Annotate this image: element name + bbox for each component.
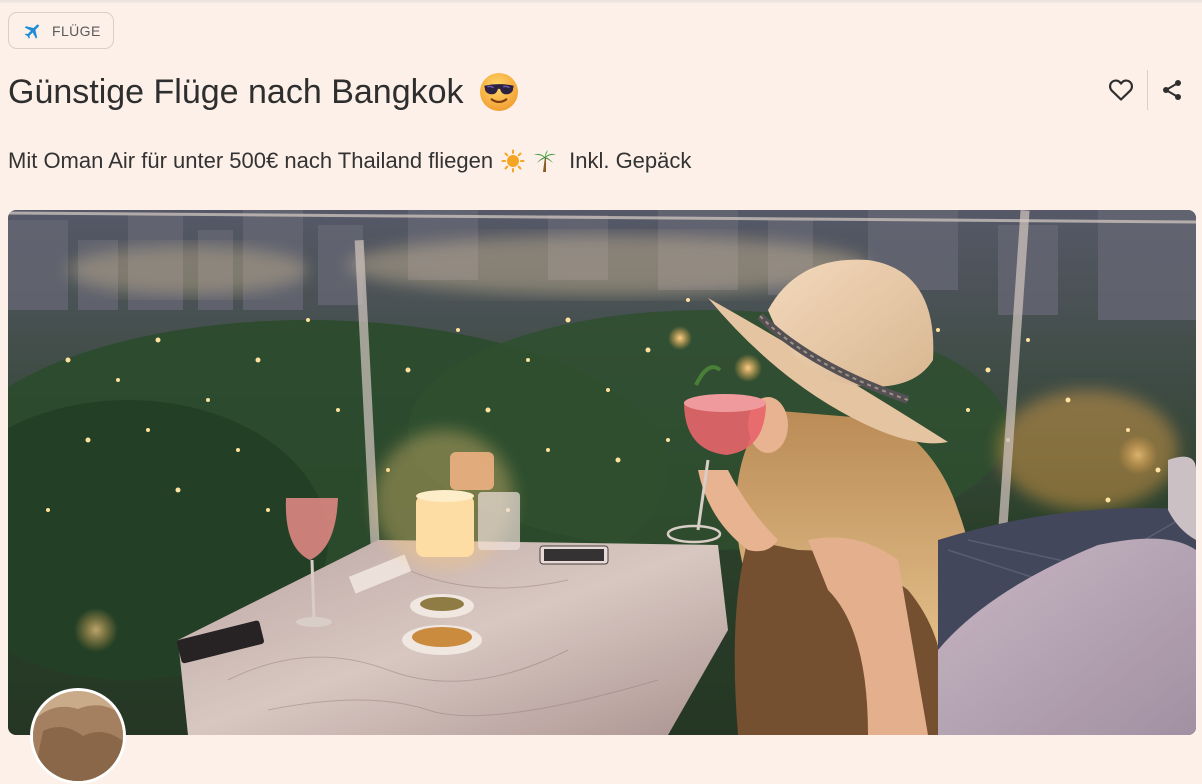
favorite-button[interactable] [1101,70,1141,110]
page-title-text: Günstige Flüge nach Bangkok [8,73,464,111]
page-title: Günstige Flüge nach Bangkok [8,70,520,114]
heart-outline-icon [1108,79,1134,101]
sun-icon [501,149,525,173]
share-icon [1163,80,1181,100]
photo-bangkok-rooftop-bar [8,210,1196,735]
hero-image[interactable] [8,210,1196,735]
category-label: FLÜGE [52,22,101,39]
top-border [0,0,1202,3]
author-avatar[interactable] [30,688,126,784]
title-actions [1101,70,1192,110]
subtitle-text: Mit Oman Air für unter 500€ nach Thailan… [8,148,494,173]
palm-tree-icon [534,150,557,172]
actions-divider [1147,70,1148,110]
subtitle: Mit Oman Air für unter 500€ nach Thailan… [8,146,691,176]
share-button[interactable] [1152,70,1192,110]
airplane-icon [24,23,39,39]
subtitle-extra: Inkl. Gepäck [569,148,692,173]
category-tag-flights[interactable]: FLÜGE [8,12,114,49]
avatar-photo [33,691,123,781]
smiling-face-with-sunglasses-icon [479,73,518,111]
